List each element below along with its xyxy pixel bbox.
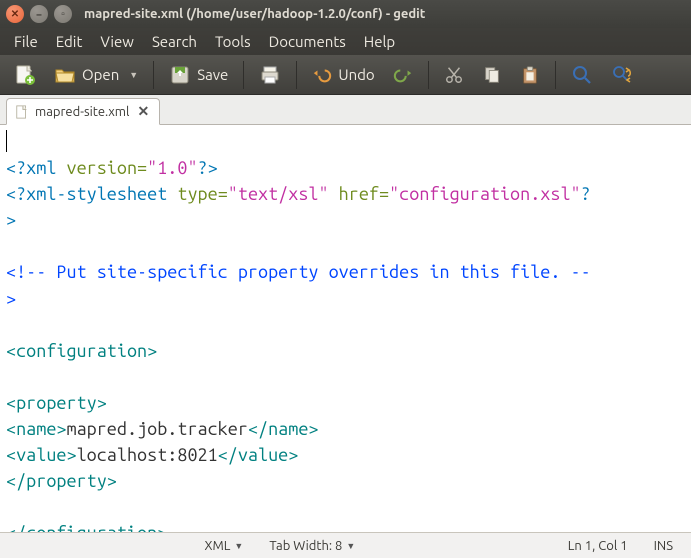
code-tag: <name> (6, 419, 66, 439)
save-button-label: Save (197, 66, 228, 83)
find-replace-icon (611, 64, 633, 86)
code-token: <?xml (6, 158, 56, 178)
new-file-button[interactable] (8, 60, 42, 90)
menu-documents[interactable]: Documents (261, 30, 354, 53)
text-editor[interactable]: <?xml version="1.0"?> <?xml-stylesheet t… (0, 125, 691, 532)
copy-button[interactable] (476, 60, 508, 90)
code-token: "configuration.xsl" (389, 184, 581, 204)
chevron-down-icon: ▼ (234, 541, 243, 551)
code-comment: Put site-specific property overrides in … (46, 262, 570, 282)
code-tag: </configuration> (6, 523, 167, 532)
menu-view[interactable]: View (92, 30, 142, 53)
open-dropdown-icon[interactable]: ▼ (125, 70, 138, 80)
toolbar: Open ▼ Save Undo (0, 55, 691, 95)
window-minimize-button[interactable]: – (30, 5, 48, 23)
tabwidth-label: Tab Width: 8 (269, 539, 342, 553)
tabwidth-selector[interactable]: Tab Width: 8 ▼ (261, 539, 363, 553)
redo-button[interactable] (387, 60, 419, 90)
text-cursor (6, 130, 7, 152)
code-token: ?> (198, 158, 218, 178)
code-tag: <value> (6, 445, 77, 465)
scissors-icon (444, 65, 464, 85)
file-icon (15, 105, 29, 119)
document-tab[interactable]: mapred-site.xml ✕ (6, 98, 160, 125)
statusbar: XML ▼ Tab Width: 8 ▼ Ln 1, Col 1 INS (0, 532, 691, 558)
menu-edit[interactable]: Edit (48, 30, 91, 53)
code-token: <?xml-stylesheet (6, 184, 167, 204)
code-tag: </property> (6, 471, 117, 491)
find-replace-button[interactable] (605, 60, 639, 90)
tab-close-button[interactable]: ✕ (135, 103, 151, 120)
code-text: localhost:8021 (77, 445, 218, 465)
toolbar-separator (555, 61, 556, 89)
paste-icon (520, 65, 540, 85)
save-button[interactable]: Save (163, 60, 234, 90)
tab-filename: mapred-site.xml (35, 105, 129, 119)
paste-button[interactable] (514, 60, 546, 90)
code-tag: </value> (218, 445, 299, 465)
toolbar-separator (153, 61, 154, 89)
menu-tools[interactable]: Tools (207, 30, 259, 53)
menubar: File Edit View Search Tools Documents He… (0, 28, 691, 55)
code-text: mapred.job.tracker (66, 419, 247, 439)
code-token: version (56, 158, 137, 178)
code-tag: <configuration> (6, 341, 157, 361)
toolbar-separator (296, 61, 297, 89)
insert-mode[interactable]: INS (646, 539, 681, 553)
print-button[interactable] (253, 60, 287, 90)
menu-search[interactable]: Search (144, 30, 205, 53)
cursor-position: Ln 1, Col 1 (560, 539, 636, 553)
code-token: > (6, 289, 16, 309)
window-close-button[interactable]: ✕ (6, 5, 24, 23)
search-icon (571, 64, 593, 86)
language-selector[interactable]: XML ▼ (196, 539, 251, 553)
toolbar-separator (428, 61, 429, 89)
document-tabbar: mapred-site.xml ✕ (0, 95, 691, 125)
window-titlebar: ✕ – ▫ mapred-site.xml (/home/user/hadoop… (0, 0, 691, 28)
copy-icon (482, 65, 502, 85)
toolbar-separator (243, 61, 244, 89)
code-token: -- (571, 262, 591, 282)
cut-button[interactable] (438, 60, 470, 90)
code-token: > (6, 210, 16, 230)
code-token: href (329, 184, 379, 204)
code-tag: </name> (248, 419, 319, 439)
undo-icon (312, 65, 332, 85)
chevron-down-icon: ▼ (346, 541, 355, 551)
redo-icon (393, 65, 413, 85)
undo-button[interactable]: Undo (306, 60, 380, 90)
code-token: = (137, 158, 147, 178)
code-token: ? (581, 184, 591, 204)
language-label: XML (204, 539, 230, 553)
undo-button-label: Undo (338, 66, 374, 83)
code-token: "text/xsl" (228, 184, 329, 204)
code-token: type (167, 184, 217, 204)
save-icon (169, 64, 191, 86)
code-token: "1.0" (147, 158, 197, 178)
open-button[interactable]: Open ▼ (48, 60, 144, 90)
menu-help[interactable]: Help (356, 30, 403, 53)
print-icon (259, 64, 281, 86)
open-button-label: Open (82, 66, 119, 83)
code-token: = (218, 184, 228, 204)
code-token: <!-- (6, 262, 46, 282)
menu-file[interactable]: File (6, 30, 46, 53)
window-maximize-button[interactable]: ▫ (54, 5, 72, 23)
find-button[interactable] (565, 60, 599, 90)
open-folder-icon (54, 64, 76, 86)
new-file-icon (14, 64, 36, 86)
window-title: mapred-site.xml (/home/user/hadoop-1.2.0… (84, 7, 425, 21)
code-tag: <property> (6, 393, 107, 413)
code-token: = (379, 184, 389, 204)
